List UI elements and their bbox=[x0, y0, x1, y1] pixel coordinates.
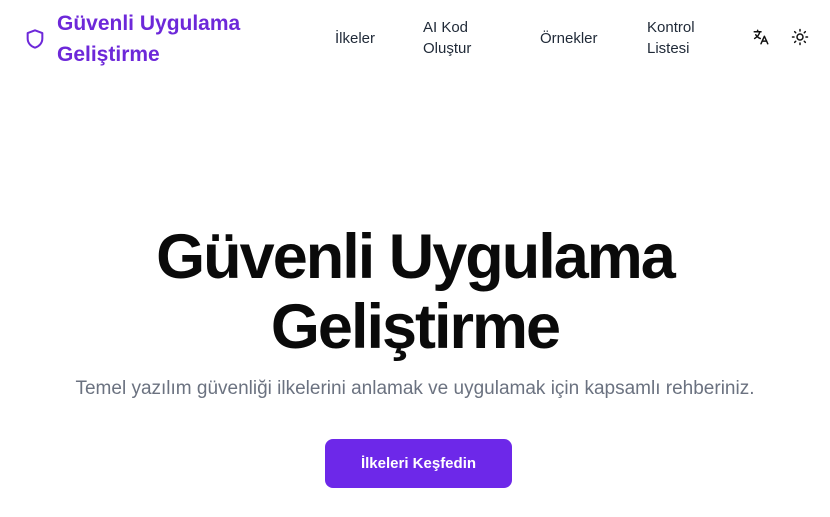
site-title: Güvenli Uygulama Geliştirme bbox=[57, 8, 272, 70]
sun-icon bbox=[791, 28, 809, 51]
translate-icon bbox=[752, 28, 770, 51]
site-logo[interactable]: Güvenli Uygulama Geliştirme bbox=[24, 8, 272, 70]
explore-principles-button[interactable]: İlkeleri Keşfedin bbox=[325, 439, 512, 488]
nav-ai-code-generate[interactable]: AI Kod Oluştur bbox=[423, 17, 493, 59]
nav-principles[interactable]: İlkeler bbox=[335, 28, 375, 49]
site-title-line-1: Güvenli Uygulama bbox=[57, 12, 241, 35]
hero-subtitle: Temel yazılım güvenliği ilkelerini anlam… bbox=[75, 378, 755, 399]
nav-ai-code-label-1: AI Kod bbox=[423, 19, 469, 36]
site-header: Güvenli Uygulama Geliştirme İlkeler AI K… bbox=[0, 0, 830, 80]
language-button[interactable] bbox=[751, 29, 771, 49]
nav-checklist[interactable]: Kontrol Listesi bbox=[647, 17, 717, 59]
hero-title: Güvenli Uygulama Geliştirme bbox=[0, 222, 830, 362]
hero-title-line-2: Geliştirme bbox=[270, 292, 561, 362]
nav-checklist-label-1: Kontrol bbox=[647, 19, 695, 36]
theme-toggle-button[interactable] bbox=[790, 28, 810, 51]
site-title-line-2: Geliştirme bbox=[57, 43, 160, 66]
shield-icon bbox=[24, 26, 46, 52]
nav-examples[interactable]: Örnekler bbox=[540, 28, 598, 49]
hero-title-line-1: Güvenli Uygulama bbox=[156, 222, 676, 292]
nav-checklist-label-2: Listesi bbox=[647, 40, 690, 57]
nav-ai-code-label-2: Oluştur bbox=[423, 40, 472, 57]
